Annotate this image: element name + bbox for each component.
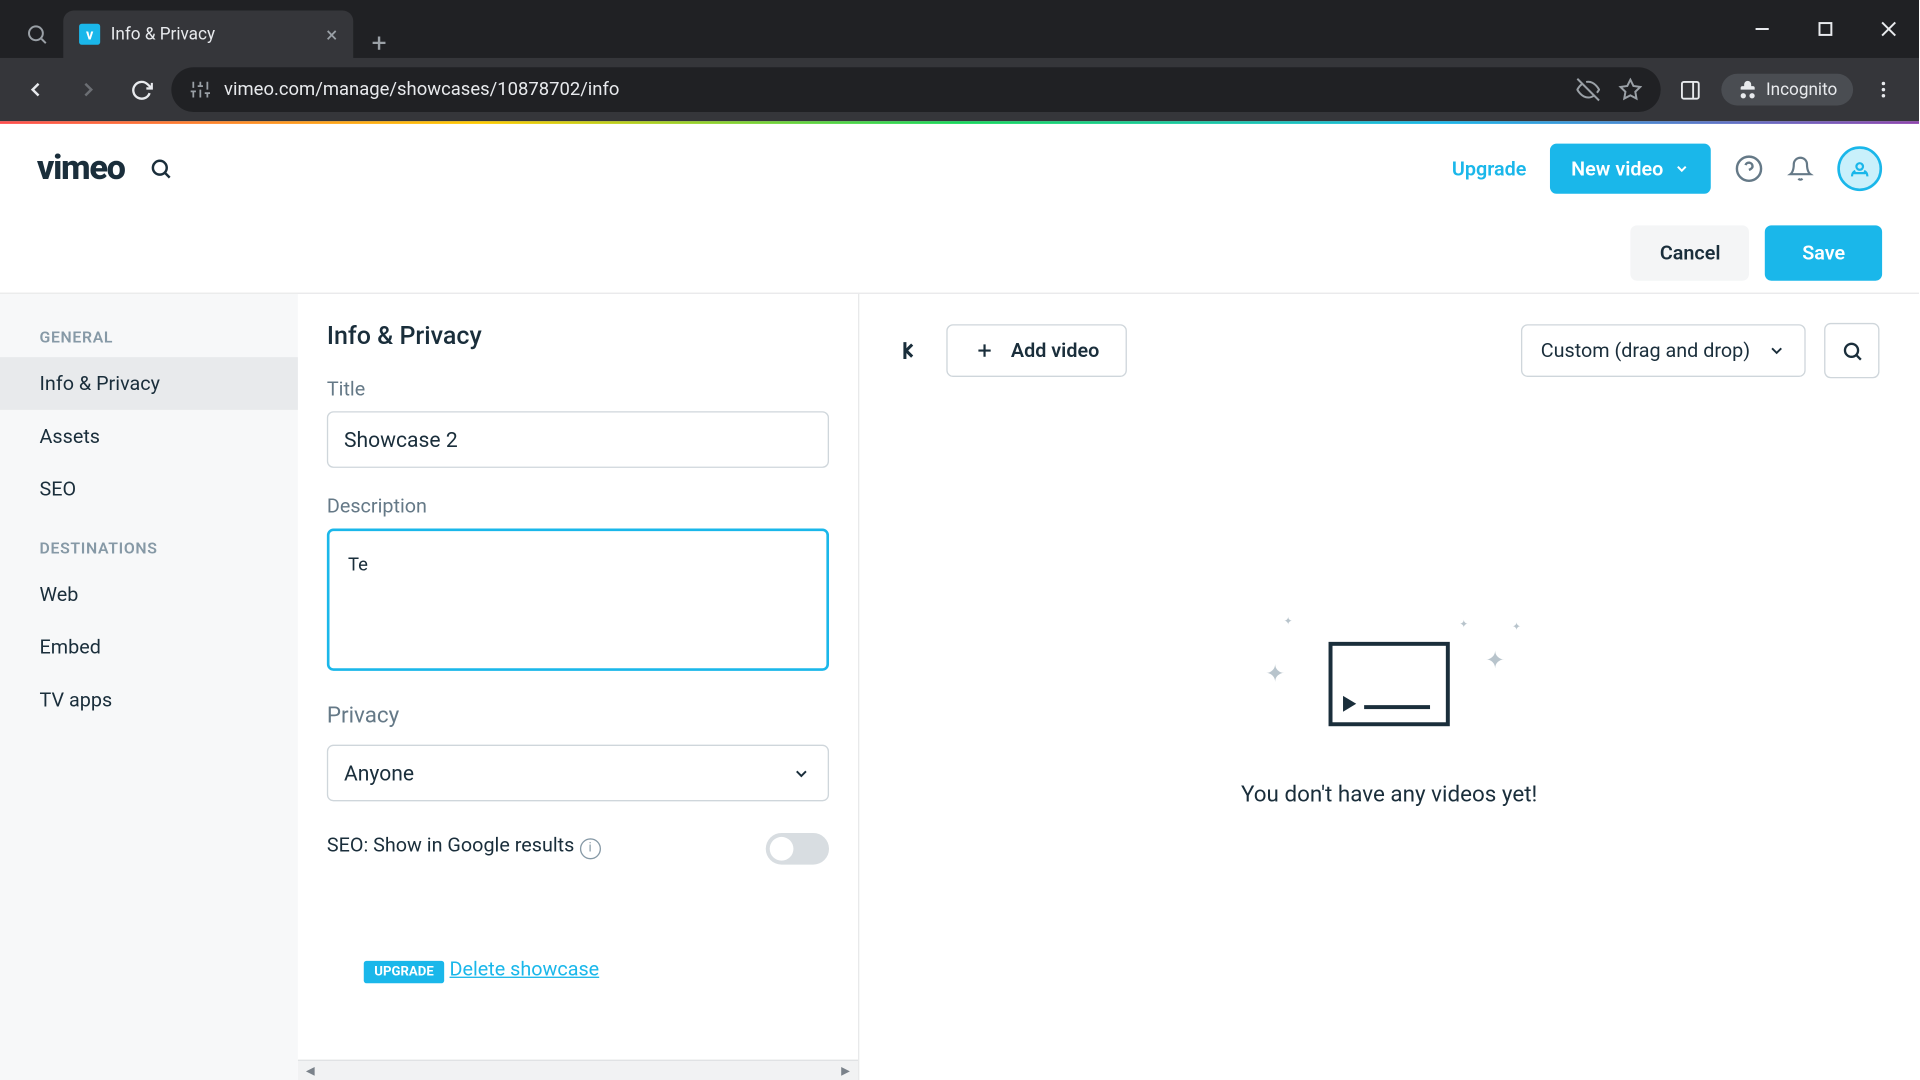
- upgrade-link[interactable]: Upgrade: [1452, 157, 1527, 181]
- cancel-button[interactable]: Cancel: [1631, 225, 1750, 280]
- scroll-right-icon[interactable]: ►: [838, 1062, 852, 1079]
- empty-state: ✦ ✦ ✦ ✦ ✦ You don't have any videos yet!: [899, 378, 1880, 1051]
- sidebar-section-general: GENERAL: [0, 318, 298, 358]
- vimeo-logo[interactable]: vimeo: [37, 149, 125, 189]
- sidebar-item-embed[interactable]: Embed: [0, 621, 298, 674]
- sparkle-icon: ✦: [1459, 617, 1468, 629]
- sidebar-item-tv-apps[interactable]: TV apps: [0, 673, 298, 726]
- sidebar-item-seo[interactable]: SEO: [0, 463, 298, 516]
- page-title: Info & Privacy: [327, 320, 829, 350]
- title-label: Title: [327, 377, 829, 401]
- add-video-button[interactable]: Add video: [946, 324, 1127, 377]
- maximize-icon[interactable]: [1795, 0, 1856, 58]
- help-icon[interactable]: [1734, 154, 1763, 183]
- privacy-label: Privacy: [327, 702, 829, 728]
- delete-showcase-link[interactable]: Delete showcase: [450, 957, 600, 981]
- browser-menu-icon[interactable]: [1861, 67, 1906, 112]
- sidebar-item-web[interactable]: Web: [0, 568, 298, 621]
- app-header: vimeo Upgrade New video: [0, 124, 1919, 214]
- browser-tab-strip: v Info & Privacy × +: [0, 0, 1919, 58]
- eye-off-icon[interactable]: [1576, 78, 1600, 102]
- vimeo-favicon-icon: v: [79, 24, 100, 45]
- video-search-button[interactable]: [1824, 323, 1879, 378]
- form-column: Info & Privacy Title Description Privacy…: [298, 294, 859, 1080]
- chevron-down-icon: [1674, 161, 1690, 177]
- address-bar[interactable]: vimeo.com/manage/showcases/10878702/info: [171, 67, 1660, 112]
- new-video-button[interactable]: New video: [1550, 144, 1711, 194]
- bell-icon[interactable]: [1787, 156, 1813, 182]
- forward-button[interactable]: [66, 67, 111, 112]
- tab-search-icon[interactable]: [11, 11, 64, 58]
- incognito-icon: [1737, 79, 1758, 100]
- search-icon[interactable]: [148, 157, 172, 181]
- collapse-icon[interactable]: [899, 336, 928, 365]
- close-tab-icon[interactable]: ×: [326, 22, 337, 47]
- side-panel-icon[interactable]: [1668, 67, 1713, 112]
- sparkle-icon: ✦: [1284, 615, 1293, 627]
- back-button[interactable]: [13, 67, 58, 112]
- videos-pane: Add video Custom (drag and drop) ✦ ✦ ✦ ✦…: [859, 294, 1919, 1080]
- save-button[interactable]: Save: [1765, 225, 1882, 280]
- privacy-select[interactable]: Anyone: [327, 745, 829, 802]
- browser-toolbar: vimeo.com/manage/showcases/10878702/info…: [0, 58, 1919, 121]
- tab-title: Info & Privacy: [111, 24, 215, 44]
- sparkle-icon: ✦: [1485, 646, 1505, 674]
- sparkle-icon: ✦: [1265, 660, 1285, 688]
- avatar[interactable]: [1837, 146, 1882, 191]
- seo-toggle-label: SEO: Show in Google resultsi: [327, 833, 601, 859]
- site-settings-icon[interactable]: [190, 79, 211, 100]
- new-tab-button[interactable]: +: [353, 26, 405, 58]
- incognito-badge[interactable]: Incognito: [1721, 74, 1853, 106]
- action-row: Cancel Save: [0, 214, 1919, 293]
- url-text: vimeo.com/manage/showcases/10878702/info: [224, 79, 619, 100]
- sort-select[interactable]: Custom (drag and drop): [1521, 324, 1806, 377]
- description-label: Description: [327, 494, 829, 518]
- empty-illustration: ✦ ✦ ✦ ✦ ✦: [1284, 623, 1495, 742]
- plus-icon: [974, 340, 995, 361]
- sidebar: GENERAL Info & Privacy Assets SEO DESTIN…: [0, 294, 298, 1080]
- upgrade-badge[interactable]: UPGRADE: [364, 961, 445, 983]
- reload-button[interactable]: [119, 67, 164, 112]
- scroll-left-icon[interactable]: ◄: [303, 1062, 317, 1079]
- empty-message: You don't have any videos yet!: [1241, 781, 1537, 807]
- info-icon[interactable]: i: [580, 838, 601, 859]
- minimize-icon[interactable]: [1732, 0, 1793, 58]
- sidebar-item-assets[interactable]: Assets: [0, 410, 298, 463]
- chevron-down-icon: [1767, 341, 1785, 359]
- close-window-icon[interactable]: [1858, 0, 1919, 58]
- sidebar-section-destinations: DESTINATIONS: [0, 529, 298, 569]
- browser-tab[interactable]: v Info & Privacy ×: [63, 11, 353, 58]
- seo-toggle[interactable]: [766, 833, 829, 865]
- bookmark-star-icon[interactable]: [1618, 78, 1642, 102]
- sparkle-icon: ✦: [1512, 620, 1521, 632]
- description-textarea[interactable]: [327, 529, 829, 671]
- sidebar-item-info-privacy[interactable]: Info & Privacy: [0, 357, 298, 410]
- title-input[interactable]: [327, 411, 829, 468]
